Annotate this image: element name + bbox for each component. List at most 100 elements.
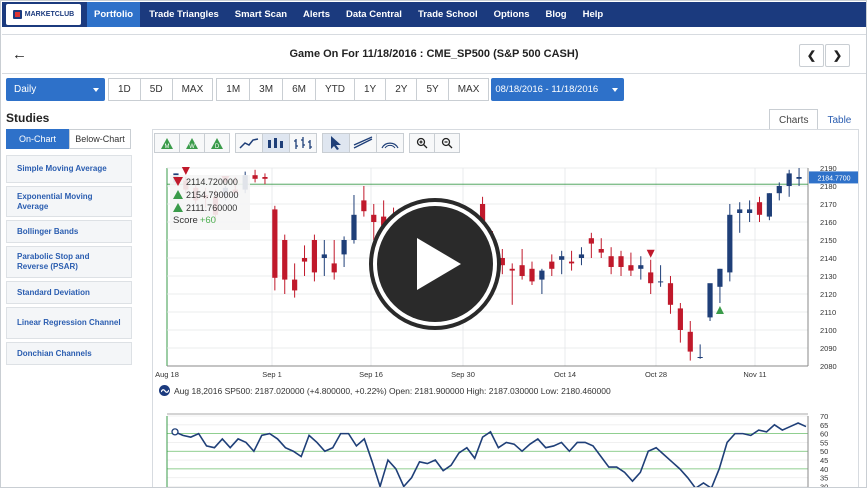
quick-range-1d[interactable]: 1D [108, 78, 141, 101]
wave-icon [159, 385, 170, 396]
study-item[interactable]: Exponential Moving Average [6, 186, 132, 217]
range-3m[interactable]: 3M [249, 78, 284, 101]
y-tick-label: 2110 [820, 308, 836, 317]
tool-weekly-triangle[interactable]: W [179, 133, 205, 153]
range-6m[interactable]: 6M [282, 78, 316, 101]
study-item[interactable]: Bollinger Bands [6, 220, 132, 243]
tab-charts[interactable]: Charts [769, 109, 819, 131]
candle-body [638, 265, 644, 269]
page-title: Game On For 11/18/2016 : CME_SP500 (S&P … [289, 48, 579, 60]
tool-line-chart[interactable] [235, 133, 263, 153]
tool-zoom-in[interactable] [409, 133, 435, 153]
candle-body [578, 254, 585, 258]
nav-item-help[interactable]: Help [576, 2, 611, 27]
tool-trendline[interactable] [349, 133, 377, 153]
triangle-d-icon: D [211, 138, 223, 150]
nav-item-trade-school[interactable]: Trade School [411, 2, 485, 27]
range-1y[interactable]: 1Y [353, 78, 387, 101]
osc-y-tick-label: 70 [820, 412, 828, 421]
price-chart[interactable]: 2190218021702160215021402130212021102100… [153, 130, 859, 488]
nav-item-alerts[interactable]: Alerts [296, 2, 337, 27]
x-tick-label: Nov 11 [743, 370, 766, 379]
tool-fibonacci[interactable] [376, 133, 404, 153]
date-range-picker[interactable]: 08/18/2016 - 11/18/2016 [491, 78, 625, 101]
score-label: Score [173, 215, 198, 226]
caret-down-icon [612, 88, 619, 92]
candle-body [667, 283, 674, 305]
triangle-w-icon: W [186, 138, 198, 150]
range-2y[interactable]: 2Y [385, 78, 418, 101]
chevron-left-icon: ❮ [806, 50, 817, 62]
tool-monthly-triangle[interactable]: M [154, 133, 180, 153]
range-group: 1M 3M 6M YTD 1Y 2Y 5Y MAX [216, 78, 490, 101]
play-circle [377, 206, 493, 322]
study-item[interactable]: Parabolic Stop and Reverse (PSAR) [6, 246, 132, 278]
marketclub-logo[interactable]: MARKETCLUB [6, 4, 81, 25]
oscillator-line [174, 422, 807, 487]
y-tick-label: 2080 [820, 362, 837, 371]
interval-select[interactable]: Daily [6, 78, 105, 101]
osc-y-tick-label: 30 [820, 482, 828, 488]
study-item[interactable]: Standard Deviation [6, 281, 132, 304]
nav-item-blog[interactable]: Blog [539, 2, 574, 27]
candle-body [282, 240, 288, 280]
candle-body [697, 357, 703, 358]
candle-body [559, 256, 565, 260]
prev-chart-button[interactable]: ❮ [799, 44, 824, 67]
caret-down-icon [93, 88, 99, 92]
tab-below-chart[interactable]: Below-Chart [69, 129, 131, 149]
osc-y-tick-label: 65 [820, 421, 828, 430]
nav-item-trade-triangles[interactable]: Trade Triangles [142, 2, 226, 27]
tool-zoom-out[interactable] [434, 133, 460, 153]
x-tick-label: Sep 16 [359, 370, 383, 379]
nav-item-portfolio[interactable]: Portfolio [87, 2, 141, 27]
logo-text: MARKETCLUB [24, 11, 75, 18]
candle-body [598, 249, 604, 253]
candle-body [786, 173, 792, 186]
osc-y-tick-label: 40 [820, 465, 828, 474]
tool-candle-chart[interactable] [262, 133, 290, 153]
range-5y[interactable]: 5Y [416, 78, 449, 101]
study-item[interactable]: Donchian Channels [6, 342, 132, 365]
candle-body [568, 261, 575, 264]
studies-tabs: On-Chart Below-Chart [6, 129, 131, 149]
nav-item-smart-scan[interactable]: Smart Scan [228, 2, 294, 27]
x-tick-label: Oct 14 [554, 370, 576, 379]
candle-body [756, 202, 763, 215]
range-ytd[interactable]: YTD [314, 78, 355, 101]
top-nav: MARKETCLUB Portfolio Trade Triangles Smart… [2, 2, 866, 27]
quick-range-group: 1D 5D MAX [108, 78, 214, 101]
nav-item-options[interactable]: Options [487, 2, 537, 27]
tab-table[interactable]: Table [818, 109, 860, 131]
quick-range-5d[interactable]: 5D [139, 78, 173, 101]
next-chart-button[interactable]: ❯ [825, 44, 850, 67]
study-item[interactable]: Linear Regression Channel [6, 307, 132, 339]
candle-body [737, 209, 743, 213]
candle-body [747, 209, 753, 213]
candle-body [351, 214, 357, 240]
studies-heading: Studies [6, 111, 50, 125]
range-1m[interactable]: 1M [216, 78, 251, 101]
tool-ohlc-chart[interactable] [289, 133, 317, 153]
candle-body [766, 193, 772, 217]
candle-body [262, 177, 268, 179]
osc-y-tick-label: 50 [820, 447, 828, 456]
svg-text:D: D [215, 144, 220, 150]
quick-range-max[interactable]: MAX [171, 78, 214, 101]
ohlc-chart-icon [294, 137, 312, 149]
tool-daily-triangle[interactable]: D [204, 133, 230, 153]
osc-start-marker [171, 428, 179, 436]
app-root: MARKETCLUB Portfolio Trade Triangles Smart… [0, 0, 867, 488]
nav-item-data-central[interactable]: Data Central [339, 2, 409, 27]
y-tick-label: 2100 [820, 326, 837, 335]
tool-cursor[interactable] [322, 133, 350, 153]
osc-y-tick-label: 60 [820, 430, 828, 439]
candle-body [687, 331, 693, 352]
score-value: +60 [199, 215, 216, 226]
study-item[interactable]: Simple Moving Average [6, 155, 132, 183]
video-play-button[interactable] [369, 198, 501, 330]
tab-on-chart[interactable]: On-Chart [6, 129, 69, 149]
legend-row: 2114.720000 [170, 175, 250, 188]
range-max[interactable]: MAX [447, 78, 490, 101]
triangle-up-icon [173, 203, 183, 212]
